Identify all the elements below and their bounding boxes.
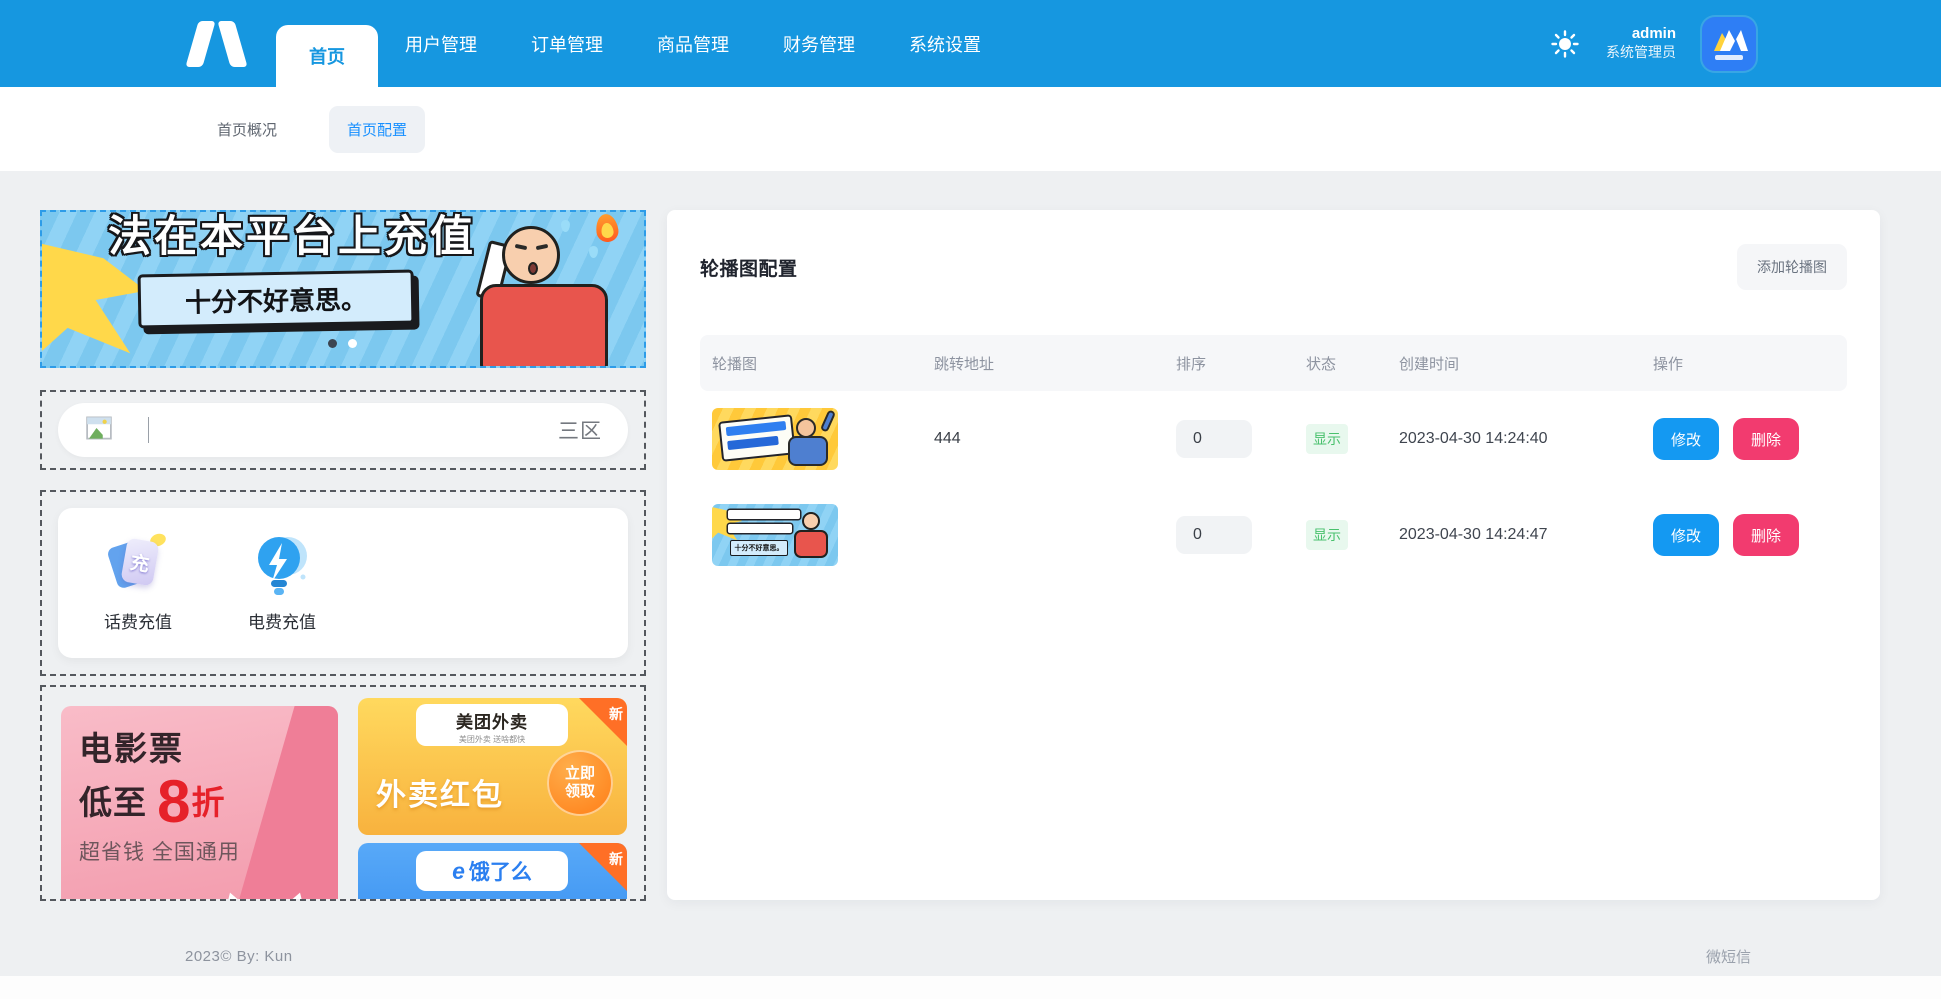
app-logo (182, 18, 256, 70)
sort-input[interactable] (1176, 420, 1252, 458)
theme-toggle-sun-icon[interactable] (1550, 29, 1580, 59)
created-time: 2023-04-30 14:24:40 (1387, 430, 1641, 448)
banner-headline: 法在本平台上充值 (108, 210, 476, 264)
meituan-title: 外卖红包 (376, 770, 504, 814)
status-badge: 显示 (1306, 424, 1348, 454)
quick-action-phone-recharge[interactable]: 充 话费充值 (94, 534, 182, 633)
table-header: 轮播图 跳转地址 排序 状态 创建时间 操作 (700, 335, 1847, 391)
status-badge: 显示 (1306, 520, 1348, 550)
panel-title: 轮播图配置 (700, 254, 798, 281)
search-section[interactable]: 三区 (40, 390, 646, 470)
broken-image-icon (84, 413, 114, 448)
phone-recharge-icon: 充 (108, 534, 168, 598)
col-jump-url: 跳转地址 (922, 353, 1164, 374)
flame-icon (594, 213, 620, 244)
subnav-item-config[interactable]: 首页配置 (329, 106, 425, 153)
col-carousel-image: 轮播图 (700, 353, 922, 374)
main-nav: 首页 用户管理 订单管理 商品管理 财务管理 系统设置 (276, 0, 1008, 87)
carousel-thumbnail: 十分不好意思。 (712, 504, 838, 566)
nav-tab-finance[interactable]: 财务管理 (756, 0, 882, 87)
quick-actions-card: 充 话费充值 电费充值 (58, 508, 628, 658)
sweat-drop (589, 246, 598, 258)
created-time: 2023-04-30 14:24:47 (1387, 526, 1641, 544)
sweat-drop (561, 220, 570, 232)
movie-discount-line: 低至 8折 (79, 776, 338, 826)
movie-title: 电影票 (79, 722, 338, 770)
cartoon-boy-head (502, 226, 560, 284)
electric-recharge-icon (252, 534, 312, 598)
nav-tab-settings[interactable]: 系统设置 (882, 0, 1008, 87)
table-row: 444 显示 2023-04-30 14:24:40 修改 删除 (700, 391, 1847, 487)
claim-now-button[interactable]: 立即领取 (547, 750, 613, 816)
quick-action-electric-recharge[interactable]: 电费充值 (238, 534, 326, 633)
carousel-thumbnail (712, 408, 838, 470)
add-carousel-button[interactable]: 添加轮播图 (1737, 244, 1847, 290)
carousel-config-panel: 轮播图配置 添加轮播图 轮播图 跳转地址 排序 状态 创建时间 操作 444 显… (667, 210, 1880, 900)
search-right-text: 三区 (558, 415, 602, 445)
table-row: 十分不好意思。 显示 2023-04-30 14:24:47 修改 删除 (700, 487, 1847, 583)
user-info: admin 系统管理员 (1606, 25, 1676, 61)
col-created-time: 创建时间 (1387, 353, 1641, 374)
edit-button[interactable]: 修改 (1653, 514, 1719, 556)
logo-bar-left (185, 21, 215, 67)
nav-tab-users[interactable]: 用户管理 (378, 0, 504, 87)
promo-section[interactable]: 电影票 低至 8折 超省钱 全国通用 美团外卖 美团外卖 送啥都快 外卖红包 立… (40, 685, 646, 901)
text-cursor (148, 417, 149, 443)
quick-action-label: 话费充值 (104, 608, 172, 633)
new-badge: 新 (579, 843, 627, 891)
eleme-brand-tag: e 饿了么 (416, 851, 568, 891)
logo-bar-right (217, 21, 247, 67)
subnav: 首页概况 首页配置 (0, 87, 1941, 171)
delete-button[interactable]: 删除 (1733, 418, 1799, 460)
user-role: 系统管理员 (1606, 44, 1676, 62)
banner-caption-box: 十分不好意思。 (138, 270, 415, 329)
col-status: 状态 (1294, 353, 1387, 374)
eleme-claim-circle (549, 899, 613, 901)
nav-tab-products[interactable]: 商品管理 (630, 0, 756, 87)
quick-actions-section[interactable]: 充 话费充值 电费充值 (40, 490, 646, 676)
movie-subtitle: 超省钱 全国通用 (79, 836, 338, 866)
top-navbar: 首页 用户管理 订单管理 商品管理 财务管理 系统设置 (0, 0, 1941, 87)
sort-input[interactable] (1176, 516, 1252, 554)
footer: 2023© By: Kun 微短信 (0, 936, 1941, 976)
quick-action-label: 电费充值 (248, 608, 316, 633)
delete-button[interactable]: 删除 (1733, 514, 1799, 556)
promo-card-eleme[interactable]: e 饿了么 新 (358, 843, 627, 901)
col-actions: 操作 (1641, 353, 1847, 374)
carousel-dot-active[interactable] (328, 339, 337, 348)
user-avatar[interactable] (1702, 17, 1756, 71)
col-sort: 排序 (1164, 353, 1294, 374)
promo-card-movie[interactable]: 电影票 低至 8折 超省钱 全国通用 (61, 706, 338, 901)
meituan-brand-tag: 美团外卖 美团外卖 送啥都快 (416, 704, 568, 746)
subnav-item-overview[interactable]: 首页概况 (199, 106, 295, 153)
banner-section[interactable]: 法在本平台上充值 十分不好意思。 (40, 210, 646, 368)
preview-search-bar[interactable]: 三区 (58, 403, 628, 457)
nav-tab-orders[interactable]: 订单管理 (504, 0, 630, 87)
nav-tab-home[interactable]: 首页 (276, 25, 378, 87)
edit-button[interactable]: 修改 (1653, 418, 1719, 460)
phone-preview: 法在本平台上充值 十分不好意思。 (40, 210, 646, 901)
cartoon-boy-mouth (528, 262, 538, 275)
carousel-dots (328, 339, 357, 348)
cartoon-boy-body (480, 284, 608, 368)
eleme-logo-mark: e (452, 858, 465, 885)
username: admin (1606, 25, 1676, 44)
footer-brand: 微短信 (1706, 946, 1751, 967)
new-badge: 新 (579, 698, 627, 746)
carousel-dot[interactable] (348, 339, 357, 348)
copyright-text: 2023© By: Kun (185, 948, 293, 965)
promo-card-meituan[interactable]: 美团外卖 美团外卖 送啥都快 外卖红包 立即领取 新 (358, 698, 627, 835)
jump-url-value: 444 (922, 430, 1164, 448)
bottom-strip (0, 976, 1941, 999)
